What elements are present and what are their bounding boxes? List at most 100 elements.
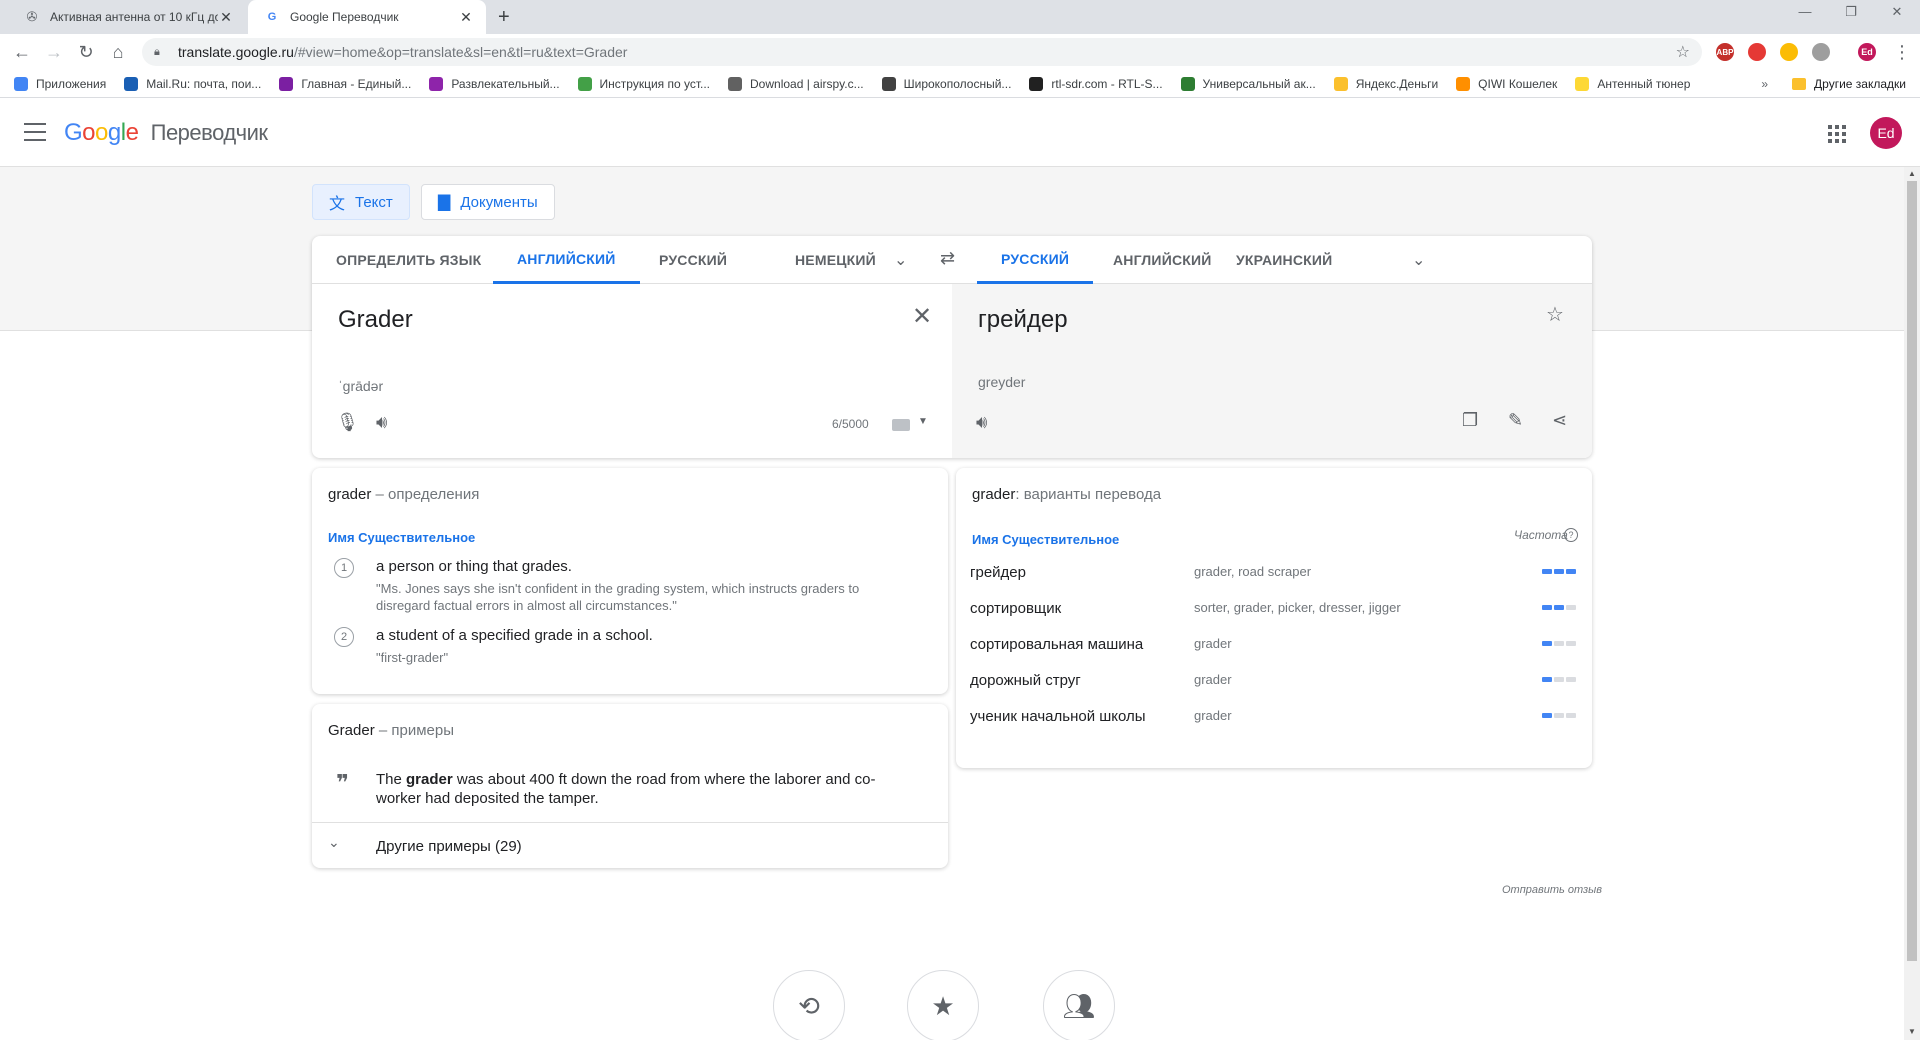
main-menu-icon[interactable]	[24, 123, 46, 141]
example-sentence: The grader was about 400 ft down the roa…	[376, 771, 876, 807]
bookmark-item[interactable]: Яндекс.Деньги	[1333, 76, 1438, 91]
target-lang-russian[interactable]: РУССКИЙ	[977, 236, 1094, 284]
send-feedback-link[interactable]: Отправить отзыв	[1502, 884, 1602, 896]
other-bookmarks[interactable]: Другие закладки	[1814, 77, 1906, 91]
minimize-icon[interactable]: —	[1782, 4, 1828, 19]
translation-row[interactable]: сортировщик sorter, grader, picker, dress…	[956, 600, 1592, 636]
keyboard-dropdown-icon[interactable]: ▼	[918, 416, 928, 427]
bookmark-favicon-icon	[577, 76, 592, 91]
scroll-down-icon[interactable]: ▼	[1908, 1027, 1916, 1036]
source-lang-more-chevron-icon[interactable]: ⌄	[894, 250, 907, 270]
microphone-icon[interactable]: 🎙︎	[336, 412, 359, 433]
new-tab-icon[interactable]: +	[498, 6, 510, 29]
documents-mode-button[interactable]: ▇ Документы	[421, 184, 555, 220]
history-icon[interactable]: ⟲	[773, 970, 845, 1040]
bookmark-item[interactable]: Download | airspy.c...	[728, 76, 864, 91]
bookmark-item[interactable]: Антенный тюнер	[1575, 76, 1690, 91]
tab-close-icon[interactable]: ✕	[458, 9, 474, 26]
translation-row[interactable]: грейдер grader, road scraper	[956, 564, 1592, 600]
restore-icon[interactable]: ❐	[1828, 4, 1874, 20]
google-translate-logo[interactable]: Google Переводчик	[64, 119, 268, 147]
bookmarks-more-button[interactable]: »	[1761, 77, 1768, 91]
back-translations: sorter, grader, picker, dresser, jigger	[1194, 600, 1401, 615]
back-icon[interactable]: ←	[10, 40, 34, 64]
source-lang-detect[interactable]: ОПРЕДЕЛИТЬ ЯЗЫК	[312, 236, 505, 284]
forward-icon[interactable]: →	[42, 40, 66, 64]
translation-row[interactable]: ученик начальной школы grader	[956, 708, 1592, 744]
source-transliteration: ˈgrādər	[338, 378, 384, 394]
close-window-icon[interactable]: ✕	[1874, 4, 1920, 20]
google-apps-icon[interactable]	[1828, 125, 1846, 143]
target-pane: грейдер ☆ greyder 🔊︎ ❐ ✎ ⋖	[952, 284, 1592, 458]
bookmark-item[interactable]: Инструкция по уст...	[577, 76, 710, 91]
target-lang-more-chevron-icon[interactable]: ⌄	[1412, 250, 1425, 270]
listen-translation-icon[interactable]: 🔊︎	[976, 412, 987, 433]
definition-text: a student of a specified grade in a scho…	[376, 627, 653, 644]
target-lang-ukrainian[interactable]: УКРАИНСКИЙ	[1212, 236, 1356, 284]
scrollbar-thumb[interactable]	[1907, 181, 1917, 961]
address-bar[interactable]: 🔒︎ translate.google.ru/#view=home&op=tra…	[142, 38, 1702, 66]
translate-favicon-icon: G	[267, 11, 277, 23]
definitions-card: grader – определения Имя Существительное…	[312, 468, 948, 694]
bookmark-item[interactable]: Приложения	[14, 76, 106, 91]
menu-kebab-icon[interactable]: ⋮	[1890, 40, 1914, 64]
divider	[312, 822, 948, 823]
keyboard-icon[interactable]	[892, 419, 910, 431]
bookmark-favicon-icon	[881, 76, 896, 91]
expand-chevron-icon[interactable]: ⌄	[328, 834, 340, 851]
source-lang-german[interactable]: НЕМЕЦКИЙ	[771, 236, 900, 284]
copy-icon[interactable]: ❐	[1462, 410, 1478, 431]
frequency-segment	[1566, 713, 1576, 718]
browser-tab-1[interactable]: ✇ Активная антенна от 10 кГц до ✕	[8, 0, 246, 34]
swap-languages-icon[interactable]: ⇄	[940, 248, 955, 269]
listen-source-icon[interactable]: 🔊︎	[376, 412, 387, 433]
bookmark-item[interactable]: Широкополосный...	[881, 76, 1011, 91]
extension-icon[interactable]	[1780, 43, 1798, 61]
bookmark-item[interactable]: Главная - Единый...	[279, 76, 411, 91]
app-header: Google Переводчик Ed	[0, 99, 1920, 167]
definitions-title: grader – определения	[328, 486, 480, 503]
source-lang-english[interactable]: АНГЛИЙСКИЙ	[493, 236, 640, 284]
share-icon[interactable]: ⋖	[1552, 410, 1567, 431]
bookmark-item[interactable]: QIWI Кошелек	[1456, 76, 1557, 91]
page-scrollbar[interactable]: ▲ ▼	[1904, 167, 1920, 1040]
extension-icon[interactable]	[1748, 43, 1766, 61]
scroll-up-icon[interactable]: ▲	[1908, 169, 1916, 178]
community-icon[interactable]: 👥︎	[1043, 970, 1115, 1040]
folder-icon	[1792, 78, 1807, 90]
bookmark-item[interactable]: Универсальный ак...	[1180, 76, 1316, 91]
help-icon[interactable]: ?	[1564, 528, 1578, 542]
bookmark-item[interactable]: rtl-sdr.com - RTL-S...	[1029, 76, 1163, 91]
frequency-bar	[1542, 569, 1576, 574]
tab-close-icon[interactable]: ✕	[218, 9, 234, 26]
lock-icon: 🔒︎	[154, 45, 160, 58]
bookmark-favicon-icon	[1333, 76, 1348, 91]
adblock-extension-icon[interactable]: ABP	[1716, 43, 1734, 61]
save-translation-star-icon[interactable]: ☆	[1546, 302, 1564, 327]
account-avatar[interactable]: Ed	[1870, 117, 1902, 149]
home-icon[interactable]: ⌂	[106, 40, 130, 64]
reload-icon[interactable]: ↻	[74, 40, 98, 64]
bookmark-star-icon[interactable]: ☆	[1676, 42, 1690, 62]
bookmark-favicon-icon	[279, 76, 294, 91]
translation-row[interactable]: сортировальная машина grader	[956, 636, 1592, 672]
frequency-segment	[1542, 677, 1552, 682]
clear-source-icon[interactable]: ✕	[912, 302, 932, 331]
text-mode-button[interactable]: 文 Текст	[312, 184, 410, 220]
bookmark-favicon-icon	[1456, 76, 1471, 91]
browser-toolbar: ← → ↻ ⌂ 🔒︎ translate.google.ru/#view=hom…	[0, 34, 1920, 70]
bookmark-item[interactable]: Развлекательный...	[429, 76, 560, 91]
frequency-segment	[1554, 677, 1564, 682]
browser-tab-2[interactable]: G Google Переводчик ✕	[248, 0, 486, 34]
profile-avatar-icon[interactable]: Ed	[1858, 43, 1876, 61]
extension-icon[interactable]	[1812, 43, 1830, 61]
translation-row[interactable]: дорожный струг grader	[956, 672, 1592, 708]
source-lang-russian[interactable]: РУССКИЙ	[635, 236, 751, 284]
bookmark-item[interactable]: Mail.Ru: почта, пои...	[124, 76, 261, 91]
more-examples-button[interactable]: Другие примеры (29)	[376, 838, 522, 855]
saved-star-icon[interactable]: ★	[907, 970, 979, 1040]
back-translations: grader, road scraper	[1194, 564, 1312, 579]
frequency-segment	[1566, 605, 1576, 610]
edit-pencil-icon[interactable]: ✎	[1508, 410, 1523, 431]
source-text-input[interactable]: Grader	[338, 306, 413, 334]
